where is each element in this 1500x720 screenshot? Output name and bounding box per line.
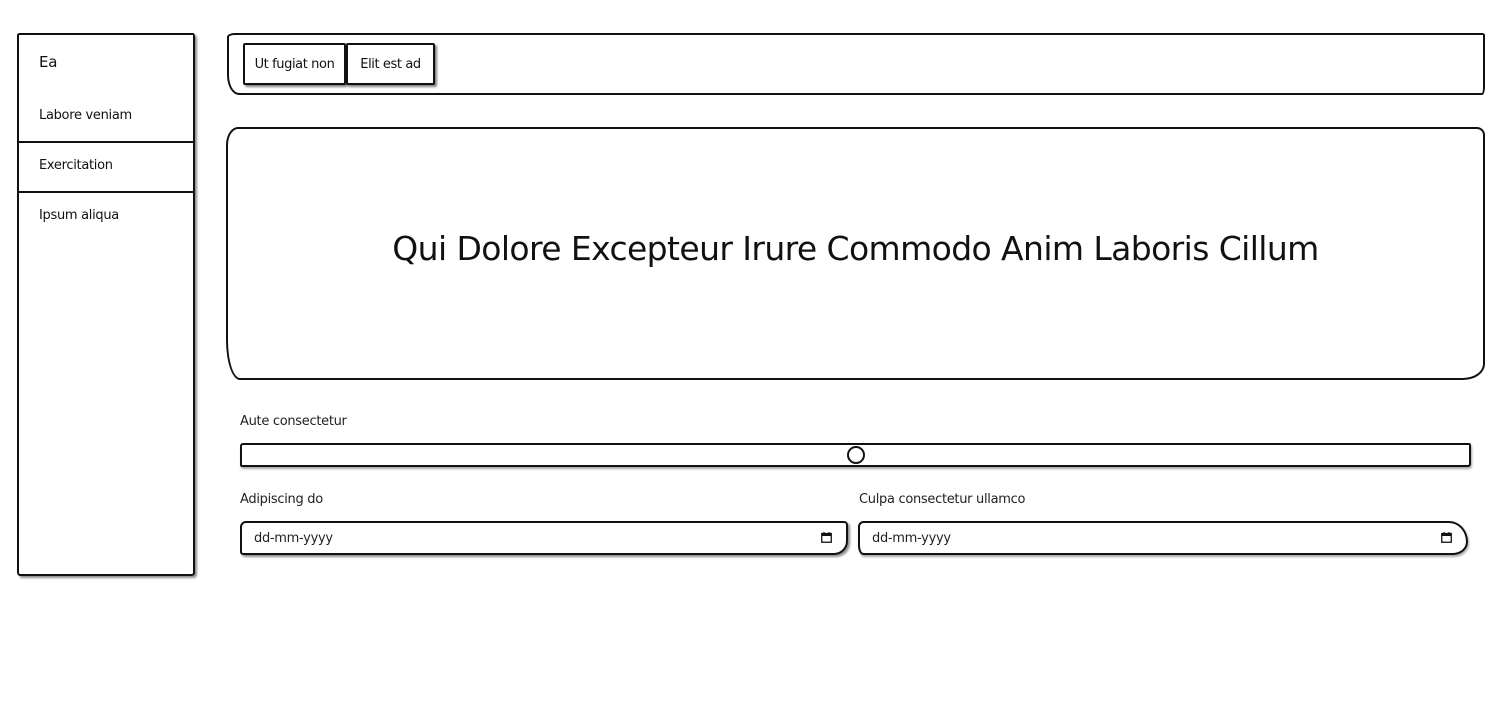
date-placeholder: dd-mm-yyyy <box>254 531 333 546</box>
slider-label: Aute consectetur <box>240 414 347 429</box>
sidebar-item-labore-veniam[interactable]: Labore veniam <box>19 93 193 141</box>
tab-elit-est-ad[interactable]: Elit est ad <box>346 43 435 85</box>
sidebar: Ea Labore veniam Exercitation Ipsum aliq… <box>17 33 195 576</box>
sidebar-item-label: Ipsum aliqua <box>39 208 119 223</box>
sidebar-item-exercitation[interactable]: Exercitation <box>19 141 193 191</box>
range-slider[interactable] <box>240 443 1471 467</box>
calendar-icon[interactable] <box>1441 532 1452 543</box>
tab-label: Elit est ad <box>360 56 421 72</box>
calendar-icon[interactable] <box>821 532 832 543</box>
slider-thumb[interactable] <box>846 446 865 464</box>
tab-label: Ut fugiat non <box>254 56 335 72</box>
date-input-adipiscing[interactable]: dd-mm-yyyy <box>240 521 848 555</box>
date-right-label: Culpa consectetur ullamco <box>859 492 1026 507</box>
sidebar-item-ipsum-aliqua[interactable]: Ipsum aliqua <box>19 191 193 241</box>
tab-ut-fugiat-non[interactable]: Ut fugiat non <box>243 43 346 85</box>
date-placeholder: dd-mm-yyyy <box>872 531 951 546</box>
date-input-culpa[interactable]: dd-mm-yyyy <box>858 521 1468 555</box>
sidebar-item-label: Exercitation <box>39 158 113 173</box>
date-left-label: Adipiscing do <box>240 492 323 507</box>
sidebar-item-label: Labore veniam <box>39 108 132 123</box>
hero-title: Qui Dolore Excepteur Irure Commodo Anim … <box>392 229 1319 268</box>
hero-panel: Qui Dolore Excepteur Irure Commodo Anim … <box>226 127 1485 380</box>
sidebar-brand: Ea <box>39 53 58 71</box>
top-bar: Ut fugiat non Elit est ad <box>227 33 1485 95</box>
